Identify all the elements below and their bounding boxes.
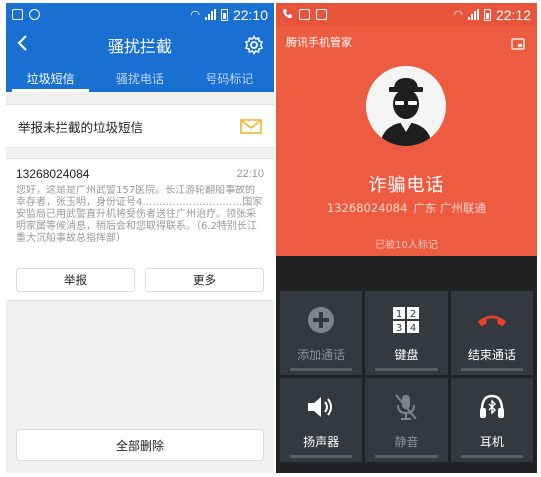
message-notification-icon	[299, 9, 310, 20]
caller-type-label: 诈骗电话	[368, 175, 445, 196]
svg-text:1: 1	[396, 309, 402, 320]
message-body: 您好，这是是广州武警157医院。长江游轮翻船事故的幸存者，张玉明，身份证号4………	[16, 185, 263, 244]
envelope-icon	[240, 118, 262, 134]
headset-button[interactable]: 耳机	[450, 378, 533, 462]
wifi-icon-right: ◠	[453, 8, 463, 21]
tab-number-tags[interactable]: 号码标记	[185, 64, 274, 92]
message-time: 22:10	[236, 168, 264, 180]
speaker-label: 扬声器	[303, 434, 340, 449]
status-time: 22:10	[232, 6, 268, 23]
report-unblocked-spam-label: 举报未拦截的垃圾短信	[18, 119, 144, 135]
signal-icon	[204, 9, 216, 20]
add-call-button[interactable]: 添加通话	[280, 291, 363, 375]
report-button[interactable]: 举报	[16, 268, 135, 292]
svg-text:4: 4	[410, 323, 416, 334]
battery-icon	[220, 8, 228, 21]
left-phone-screen: ◠ 22:10 骚扰拦截 垃圾短信 骚扰电话 号码标记 举报未拦截的垃圾短信 1…	[6, 3, 274, 473]
right-phone-screen: ◠ 22:12 腾讯手机管家 诈骗电话 13268024084 广东 广州联通 …	[276, 3, 537, 473]
mute-icon	[390, 391, 422, 423]
status-bar: ◠ 22:10	[6, 3, 274, 26]
keypad-button[interactable]: 1 2 3 4 键盘	[365, 291, 448, 375]
caller-info-panel: 腾讯手机管家 诈骗电话 13268024084 广东 广州联通 已被10人标记	[276, 26, 537, 256]
speaker-button[interactable]: 扬声器	[280, 378, 363, 462]
add-call-icon	[305, 304, 337, 336]
caller-mark-count: 已被10人标记	[375, 240, 438, 251]
in-call-controls: 添加通话 1 2 3 4 键盘 结束通话 扬声器 静音 耳机	[276, 256, 537, 473]
delete-all-button[interactable]: 全部删除	[16, 429, 264, 461]
speaker-icon	[305, 391, 337, 423]
message-sender: 13268024084	[16, 167, 90, 181]
headset-label: 耳机	[479, 434, 504, 449]
caller-number-line: 13268024084 广东 广州联通	[276, 200, 537, 216]
more-button[interactable]: 更多	[145, 268, 264, 292]
brand-label: 腾讯手机管家	[286, 36, 352, 49]
tab-spam-sms[interactable]: 垃圾短信	[6, 64, 95, 92]
screenshot: ◠ 22:10 骚扰拦截 垃圾短信 骚扰电话 号码标记 举报未拦截的垃圾短信 1…	[0, 0, 541, 477]
end-call-button[interactable]: 结束通话	[450, 291, 533, 375]
header-bar: 骚扰拦截	[6, 26, 274, 64]
mute-button[interactable]: 静音	[365, 378, 448, 462]
mute-label: 静音	[394, 434, 419, 449]
phone-notification-icon	[282, 8, 293, 22]
bluetooth-headset-icon	[476, 391, 508, 423]
keypad-label: 键盘	[394, 347, 419, 362]
gallery-notification-icon-right	[316, 9, 327, 20]
status-time-right: 22:12	[495, 6, 531, 23]
svg-text:3: 3	[396, 323, 402, 334]
tab-bar: 垃圾短信 骚扰电话 号码标记	[6, 64, 274, 92]
gear-icon[interactable]	[244, 35, 264, 55]
page-title: 骚扰拦截	[107, 37, 172, 56]
keypad-icon: 1 2 3 4	[390, 304, 422, 336]
svg-text:2: 2	[410, 309, 416, 320]
sync-notification-icon	[29, 9, 40, 20]
end-call-label: 结束通话	[467, 347, 516, 362]
end-call-icon	[476, 304, 508, 336]
signal-icon-right	[467, 9, 479, 20]
battery-icon-right	[483, 8, 491, 21]
gallery-notification-icon	[12, 9, 23, 20]
caller-number: 13268024084	[326, 201, 408, 215]
spam-message-card: 13268024084 22:10 您好，这是是广州武警157医院。长江游轮翻船…	[6, 158, 274, 301]
wifi-icon: ◠	[190, 8, 200, 21]
fraud-caller-avatar-icon	[366, 66, 446, 146]
back-arrow-icon[interactable]	[16, 33, 36, 57]
minimize-window-icon[interactable]	[511, 35, 525, 50]
tab-harassing-calls[interactable]: 骚扰电话	[95, 64, 184, 92]
add-call-label: 添加通话	[297, 347, 346, 362]
report-unblocked-spam-row[interactable]: 举报未拦截的垃圾短信	[6, 104, 274, 148]
caller-region: 广东 广州联通	[413, 201, 487, 215]
status-bar-right: ◠ 22:12	[276, 3, 537, 26]
